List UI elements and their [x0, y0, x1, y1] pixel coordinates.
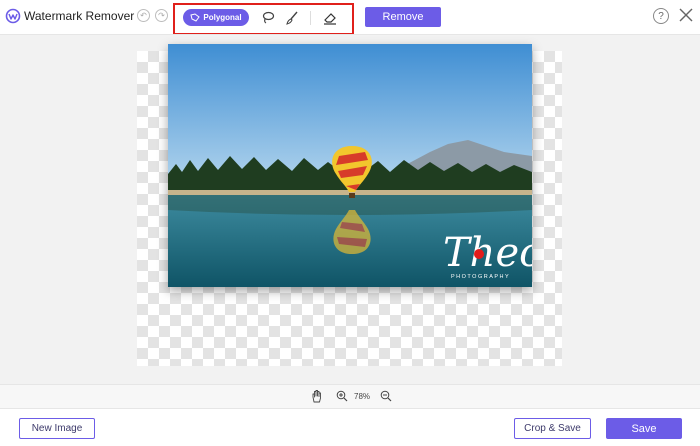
zoom-out-icon[interactable] [380, 390, 392, 402]
help-button[interactable]: ? [653, 8, 669, 24]
zoom-bar: 78% [0, 384, 700, 408]
top-toolbar: Watermark Remover ↶ ↷ Polygonal Remove ? [0, 0, 700, 35]
brush-tool-button[interactable] [283, 9, 301, 27]
lasso-icon [262, 11, 275, 24]
hand-tool-icon[interactable] [310, 389, 324, 403]
brush-cursor [474, 249, 484, 259]
help-icon: ? [658, 10, 664, 22]
brush-icon [286, 11, 298, 25]
redo-button[interactable]: ↷ [155, 9, 168, 22]
app-logo-icon [5, 8, 21, 24]
lasso-tool-button[interactable] [259, 9, 277, 27]
polygonal-icon [190, 13, 201, 22]
watermark-text: Theo [443, 230, 532, 276]
selection-tools-highlight: Polygonal [173, 3, 354, 35]
remove-button[interactable]: Remove [365, 7, 441, 27]
photo-canvas: Theo PHOTOGRAPHY [168, 44, 532, 287]
polygonal-label: Polygonal [203, 13, 242, 22]
polygonal-tool-button[interactable]: Polygonal [183, 9, 249, 26]
eraser-icon [324, 13, 336, 25]
undo-icon: ↶ [140, 10, 147, 20]
tool-divider [310, 11, 311, 25]
image-preview[interactable]: Theo PHOTOGRAPHY [168, 44, 532, 287]
watermark: Theo PHOTOGRAPHY [443, 230, 532, 280]
save-button[interactable]: Save [606, 418, 682, 439]
zoom-level: 78% [354, 392, 371, 401]
watermark-subtext: PHOTOGRAPHY [451, 274, 510, 280]
bottom-bar: New Image Crop & Save Save [0, 408, 700, 446]
app-title: Watermark Remover [24, 9, 135, 23]
app-header: Watermark Remover [5, 8, 134, 24]
redo-icon: ↷ [158, 10, 165, 20]
new-image-button[interactable]: New Image [19, 418, 95, 439]
eraser-tool-button[interactable] [321, 9, 339, 27]
zoom-in-icon[interactable] [336, 390, 348, 402]
crop-and-save-button[interactable]: Crop & Save [514, 418, 591, 439]
close-icon[interactable] [678, 7, 694, 23]
undo-button[interactable]: ↶ [137, 9, 150, 22]
